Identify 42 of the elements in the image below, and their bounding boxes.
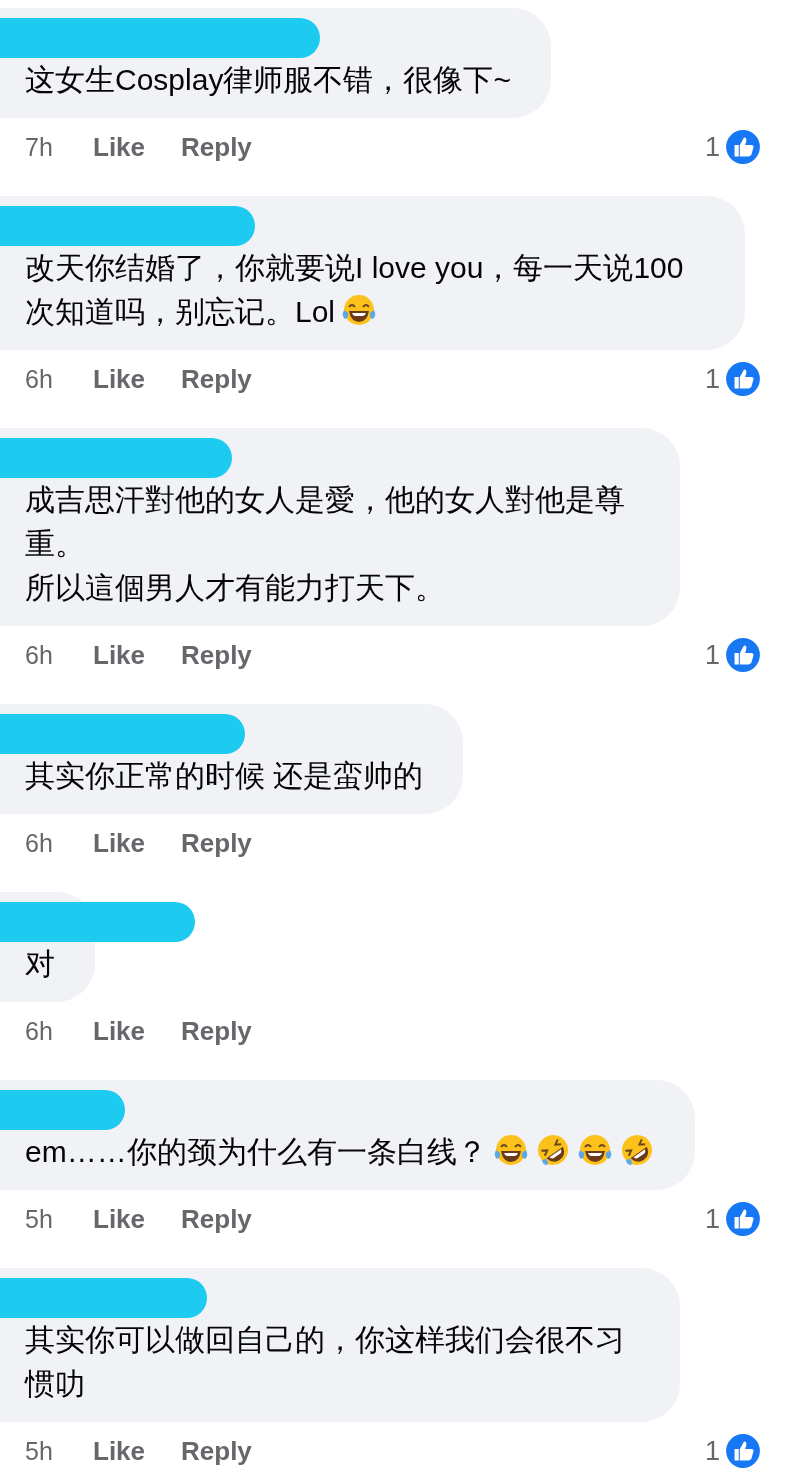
- thumbs-up-icon: [724, 360, 762, 398]
- thumbs-up-icon: [724, 1432, 762, 1470]
- reply-link[interactable]: Reply: [181, 1435, 252, 1467]
- like-link[interactable]: Like: [93, 131, 146, 163]
- thumbs-up-icon: [724, 1200, 762, 1238]
- comment-time: 6h: [25, 828, 54, 858]
- comment-time: 6h: [25, 364, 54, 394]
- like-link[interactable]: Like: [93, 639, 146, 671]
- comment-text: 其实你可以做回自己的，你这样我们会很不习惯叻: [25, 1322, 626, 1402]
- like-link[interactable]: Like: [93, 1015, 146, 1047]
- reply-link[interactable]: Reply: [181, 827, 252, 859]
- comment-text: 对: [25, 946, 55, 982]
- like-link[interactable]: Like: [93, 827, 146, 859]
- thumbs-up-icon: [724, 636, 762, 674]
- reaction-count: 1: [704, 131, 720, 163]
- comment-text: 这女生Cosplay律师服不错，很像下~: [25, 62, 511, 98]
- comment-text: em……你的颈为什么有一条白线？: [25, 1130, 655, 1174]
- like-link[interactable]: Like: [93, 1435, 146, 1467]
- reaction-count: 1: [704, 363, 720, 395]
- thumbs-up-icon: [724, 128, 762, 166]
- comment-time: 5h: [25, 1436, 54, 1466]
- comment-time: 5h: [25, 1204, 54, 1234]
- reaction-count: 1: [704, 1203, 720, 1235]
- like-link[interactable]: Like: [93, 363, 146, 395]
- comment-time: 6h: [25, 1016, 54, 1046]
- like-link[interactable]: Like: [93, 1203, 146, 1235]
- laughing-tears-emoji-icon: [576, 1132, 613, 1168]
- comment-text: 所以這個男人才有能力打天下。: [25, 570, 446, 606]
- comment-time: 6h: [25, 640, 54, 670]
- comment-time: 7h: [25, 132, 54, 162]
- reply-link[interactable]: Reply: [181, 363, 252, 395]
- laughing-tears-emoji-icon: [341, 292, 378, 328]
- comment-text: 成吉思汗對他的女人是愛，他的女人對他是尊重。: [25, 482, 626, 562]
- reaction-count: 1: [704, 1435, 720, 1467]
- laughing-tears-emoji-icon: [492, 1132, 529, 1168]
- reaction-count: 1: [704, 639, 720, 671]
- reply-link[interactable]: Reply: [181, 1203, 252, 1235]
- comment-text: 其实你正常的时候 还是蛮帅的: [25, 758, 424, 794]
- reply-link[interactable]: Reply: [181, 131, 252, 163]
- reply-link[interactable]: Reply: [181, 639, 252, 671]
- reply-link[interactable]: Reply: [181, 1015, 252, 1047]
- comment-text: 改天你结婚了，你就要说I love you，每一天说100次知道吗，别忘记。Lol: [25, 250, 685, 330]
